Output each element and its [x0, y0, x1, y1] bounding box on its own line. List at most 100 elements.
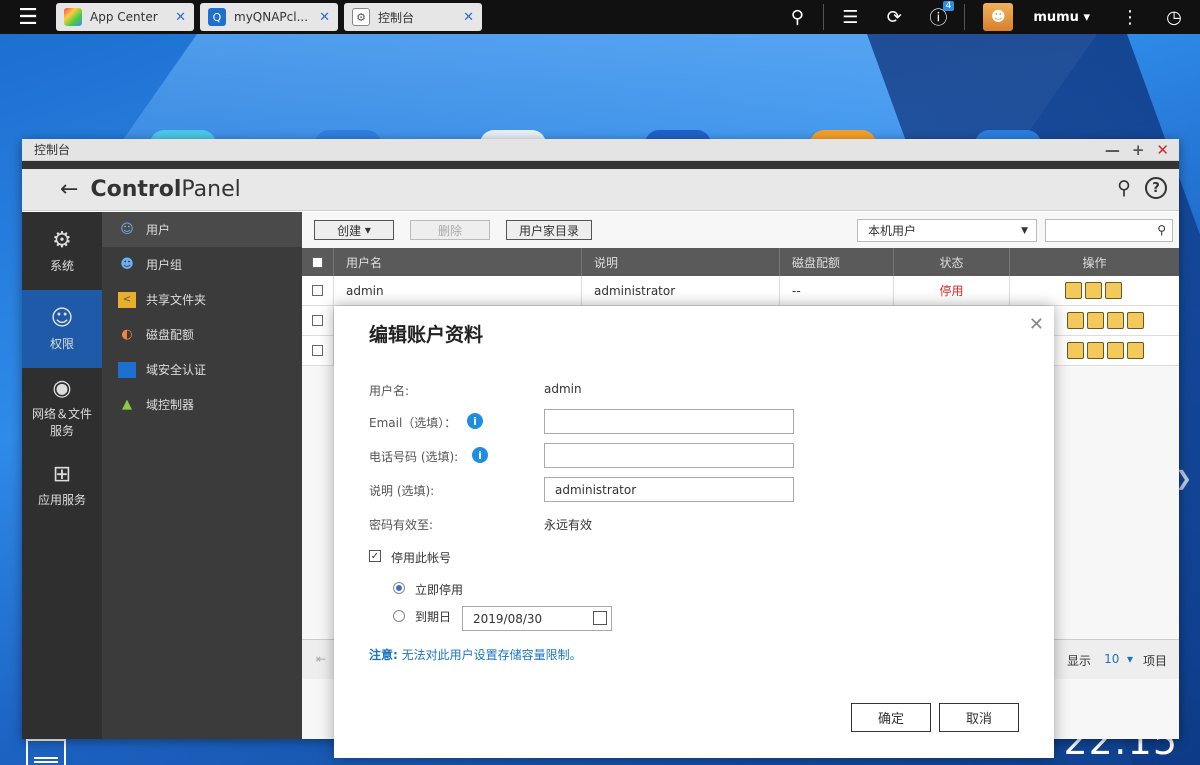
expire-date-field[interactable]: 2019/08/30 [462, 606, 612, 631]
info-icon[interactable]: i [467, 413, 483, 429]
close-icon[interactable]: ✕ [1029, 314, 1044, 335]
more-options-icon[interactable]: ⋮ [1108, 0, 1152, 34]
select-all-checkbox[interactable] [312, 256, 323, 268]
row-checkbox[interactable] [312, 315, 323, 326]
user-group-edit-icon[interactable] [1087, 342, 1104, 359]
column-header[interactable]: 说明 [582, 248, 780, 276]
column-header: 操作 [1082, 255, 1107, 270]
first-page-icon[interactable]: ⇤ [316, 652, 326, 666]
expire-date-radio[interactable] [393, 610, 405, 622]
window-titlebar[interactable]: 控制台 — + ✕ [22, 139, 1179, 161]
permission-icon[interactable] [1107, 342, 1124, 359]
domain-controller-icon: ▲ [122, 397, 132, 412]
quota-pie-icon: ◐ [121, 327, 133, 342]
search-icon[interactable]: ⚲ [775, 0, 819, 34]
disable-account-checkbox[interactable]: ✓ [369, 550, 381, 562]
disable-now-label: 立即停用 [415, 583, 464, 597]
dashboard-icon[interactable]: ◷ [1152, 0, 1196, 34]
window-controls: — + ✕ [1105, 139, 1169, 161]
close-icon[interactable]: ✕ [1156, 141, 1169, 159]
sidebar-item-user-groups[interactable]: ☻ 用户组 [102, 247, 302, 282]
sidebar-item-shared-folders[interactable]: < 共享文件夹 [102, 282, 302, 317]
permission-icon[interactable] [1107, 312, 1124, 329]
tab-label: myQNAPcl... [234, 10, 309, 24]
description-field[interactable]: administrator [544, 477, 794, 502]
sidebar-item-users[interactable]: ☺ 用户 [102, 212, 302, 247]
row-select-cell [302, 276, 334, 305]
cell-status: 停用 [894, 276, 1010, 305]
window-title: 控制台 [34, 143, 71, 157]
window-strip [22, 161, 1179, 169]
email-field[interactable] [544, 409, 794, 434]
user-group-edit-icon[interactable] [1087, 312, 1104, 329]
nav-item-apps[interactable]: ⊞ 应用服务 [22, 446, 102, 524]
row-checkbox[interactable] [312, 285, 323, 296]
back-arrow-icon[interactable]: ← [60, 177, 78, 202]
app-privilege-icon[interactable] [1127, 312, 1144, 329]
nav-item-system[interactable]: ⚙ 系统 [22, 212, 102, 290]
calendar-icon[interactable] [593, 611, 607, 625]
sidebar-item-label: 域安全认证 [146, 363, 207, 377]
close-icon[interactable]: ✕ [175, 10, 186, 25]
column-header[interactable]: 用户名 [334, 248, 582, 276]
domain-security-icon [118, 361, 136, 378]
search-icon[interactable]: ⚲ [1117, 177, 1131, 199]
tab-label: 控制台 [378, 10, 415, 25]
toolbar: 创建 ▾ 删除 用户家目录 本机用户 ▼ ⚲ [302, 212, 1179, 248]
expire-date-value: 2019/08/30 [473, 611, 543, 626]
gear-icon: ⚙ [52, 228, 72, 253]
column-header[interactable]: 状态 [894, 248, 1010, 276]
sidebar-item-domain-controller[interactable]: ▲ 域控制器 [102, 387, 302, 422]
ok-button[interactable]: 确定 [851, 703, 931, 732]
nav-left: ⚙ 系统 ☺ 权限 ◉ 网络＆文件服务 ⊞ 应用服务 [22, 212, 102, 739]
column-header[interactable]: 磁盘配额 [780, 248, 894, 276]
disable-now-radio[interactable] [393, 582, 405, 594]
user-type-value: 本机用户 [868, 224, 917, 238]
user-home-button[interactable]: 用户家目录 [506, 220, 592, 240]
edit-icon[interactable] [1064, 282, 1082, 299]
maximize-icon[interactable]: + [1132, 141, 1145, 159]
show-label: 显示 [1066, 654, 1091, 668]
close-icon[interactable]: ✕ [319, 10, 330, 25]
minimize-icon[interactable]: — [1105, 141, 1120, 159]
create-button[interactable]: 创建 ▾ [314, 220, 394, 240]
taskbar-tab-control-panel[interactable]: ⚙ 控制台 ✕ [344, 3, 482, 31]
dialog-title: 编辑账户资料 [369, 324, 484, 346]
nav-item-privilege[interactable]: ☺ 权限 [22, 290, 102, 368]
row-checkbox[interactable] [312, 345, 323, 356]
table-row[interactable]: admin administrator -- 停用 [302, 276, 1179, 306]
avatar[interactable]: ☻ [983, 3, 1014, 31]
page-size-select[interactable]: 10 ▾ [1104, 652, 1133, 666]
sidebar-item-domain-security[interactable]: 域安全认证 [102, 352, 302, 387]
app-privilege-icon[interactable] [1127, 342, 1144, 359]
user-icon: ☺ [50, 306, 74, 331]
close-icon[interactable]: ✕ [463, 10, 474, 25]
notification-badge: 4 [942, 1, 955, 11]
task-list-icon[interactable]: ☰ [828, 0, 872, 34]
delete-button[interactable]: 删除 [410, 220, 490, 240]
notification-icon[interactable]: ⓘ 4 [916, 0, 960, 34]
email-label: Email（选填）： [369, 416, 457, 430]
taskbar-tab-myqnapcloud[interactable]: Q myQNAPcl... ✕ [200, 3, 338, 31]
nav-item-network[interactable]: ◉ 网络＆文件服务 [22, 368, 102, 446]
search-input[interactable]: ⚲ [1045, 219, 1173, 242]
user-group-edit-icon[interactable] [1084, 282, 1102, 299]
username-menu[interactable]: mumu ▾ [1033, 10, 1090, 25]
cancel-button[interactable]: 取消 [939, 703, 1019, 732]
taskbar-tab-app-center[interactable]: App Center ✕ [56, 3, 194, 31]
desktop-menu-icon[interactable] [26, 739, 66, 765]
disable-account-label: 停用此帐号 [391, 551, 452, 565]
edit-account-dialog: ✕ 编辑账户资料 用户名: admin Email（选填）： i 电话号码 (选… [334, 306, 1054, 758]
info-icon[interactable]: i [472, 447, 488, 463]
permission-icon[interactable] [1104, 282, 1122, 299]
username-label: 用户名: [369, 384, 410, 398]
edit-icon[interactable] [1067, 342, 1084, 359]
help-icon[interactable]: ? [1145, 177, 1167, 199]
sidebar-item-quota[interactable]: ◐ 磁盘配额 [102, 317, 302, 352]
phone-field[interactable] [544, 443, 794, 468]
sync-icon[interactable]: ⟳ [872, 0, 916, 34]
search-icon: ⚲ [1157, 223, 1166, 237]
edit-icon[interactable] [1067, 312, 1084, 329]
hamburger-menu-icon[interactable]: ☰ [0, 0, 56, 34]
user-type-select[interactable]: 本机用户 ▼ [857, 219, 1037, 242]
